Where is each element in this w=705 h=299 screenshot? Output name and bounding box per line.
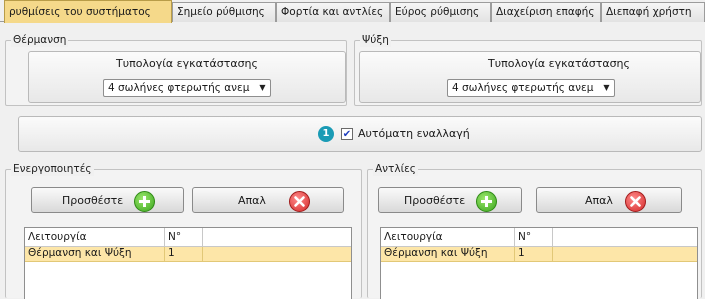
- actuators-group: Ενεργοποιητές Προσθέστε Απαλ Λειτουργία …: [5, 163, 362, 299]
- callout-badge: 1: [318, 126, 334, 142]
- pumps-col-number: N°: [515, 228, 553, 247]
- actuators-remove-label: Απαλ: [238, 194, 266, 207]
- chevron-down-icon: ▼: [603, 83, 610, 92]
- tab-regulation-range[interactable]: Εύρος ρύθμισης: [390, 2, 491, 22]
- cooling-typology-label: Τυπολογία εγκατάστασης: [488, 57, 630, 70]
- tab-user-interface[interactable]: Διεπαφή χρήστη: [601, 2, 705, 22]
- pumps-add-button[interactable]: Προσθέστε: [378, 187, 522, 213]
- actuators-table: Λειτουργία N° Θέρμανση και Ψύξη 1: [24, 227, 352, 299]
- actuators-col-blank: [203, 228, 351, 247]
- pumps-remove-label: Απαλ: [585, 194, 613, 207]
- actuators-add-button[interactable]: Προσθέστε: [31, 187, 184, 213]
- pumps-col-function: Λειτουργία: [381, 228, 515, 247]
- actuators-row-function: Θέρμανση και Ψύξη: [25, 247, 165, 261]
- tab-strip: ρυθμίσεις του συστήματος Σημείο ρύθμισης…: [0, 0, 705, 23]
- x-circle-icon: [625, 191, 646, 212]
- pumps-add-label: Προσθέστε: [404, 194, 466, 207]
- auto-switch-checkbox[interactable]: ✔: [341, 128, 353, 140]
- pumps-group: Αντλίες Προσθέστε Απαλ Λειτουργία N° Θέρ…: [367, 163, 702, 299]
- chevron-down-icon: ▼: [259, 83, 266, 92]
- actuators-row-number: 1: [165, 247, 203, 261]
- tab-setpoint[interactable]: Σημείο ρύθμισης: [172, 2, 276, 22]
- x-circle-icon: [289, 191, 310, 212]
- heating-typology-value: 4 σωλήνες φτερωτής ανεμ: [108, 82, 250, 94]
- cooling-typology-select[interactable]: 4 σωλήνες φτερωτής ανεμ ▼: [447, 79, 615, 97]
- heating-typology-select[interactable]: 4 σωλήνες φτερωτής ανεμ ▼: [103, 79, 271, 97]
- pumps-row-number: 1: [515, 247, 553, 261]
- cooling-typology-value: 4 σωλήνες φτερωτής ανεμ: [452, 82, 594, 94]
- table-row[interactable]: Θέρμανση και Ψύξη 1: [25, 247, 351, 262]
- actuators-col-number: N°: [165, 228, 203, 247]
- cooling-group: Ψύξη Τυπολογία εγκατάστασης 4 σωλήνες φτ…: [354, 34, 702, 106]
- plus-circle-icon: [134, 191, 155, 212]
- heating-typology-label: Τυπολογία εγκατάστασης: [116, 57, 258, 70]
- auto-switch-panel: 1 ✔ Αυτόματη εναλλαγή: [18, 116, 702, 152]
- tab-contact-management[interactable]: Διαχείριση επαφής: [491, 2, 601, 22]
- tab-system-settings[interactable]: ρυθμίσεις του συστήματος: [4, 0, 172, 23]
- pumps-col-blank: [553, 228, 697, 247]
- plus-circle-icon: [476, 191, 497, 212]
- cooling-group-title: Ψύξη: [360, 34, 391, 47]
- pumps-row-function: Θέρμανση και Ψύξη: [381, 247, 515, 261]
- actuators-col-function: Λειτουργία: [25, 228, 165, 247]
- heating-typology-panel: Τυπολογία εγκατάστασης 4 σωλήνες φτερωτή…: [28, 51, 346, 103]
- pumps-remove-button[interactable]: Απαλ: [536, 187, 682, 213]
- actuators-add-label: Προσθέστε: [62, 194, 124, 207]
- pumps-group-title: Αντλίες: [373, 163, 418, 176]
- actuators-remove-button[interactable]: Απαλ: [192, 187, 344, 213]
- heating-group-title: Θέρμανση: [11, 34, 69, 47]
- cooling-typology-panel: Τυπολογία εγκατάστασης 4 σωλήνες φτερωτή…: [359, 51, 701, 103]
- tab-loads-and-pumps[interactable]: Φορτία και αντλίες: [276, 2, 390, 22]
- actuators-group-title: Ενεργοποιητές: [11, 163, 94, 176]
- auto-switch-label: Αυτόματη εναλλαγή: [358, 127, 470, 140]
- table-row[interactable]: Θέρμανση και Ψύξη 1: [381, 247, 697, 262]
- pumps-table: Λειτουργία N° Θέρμανση και Ψύξη 1: [380, 227, 698, 299]
- heating-group: Θέρμανση Τυπολογία εγκατάστασης 4 σωλήνε…: [5, 34, 347, 106]
